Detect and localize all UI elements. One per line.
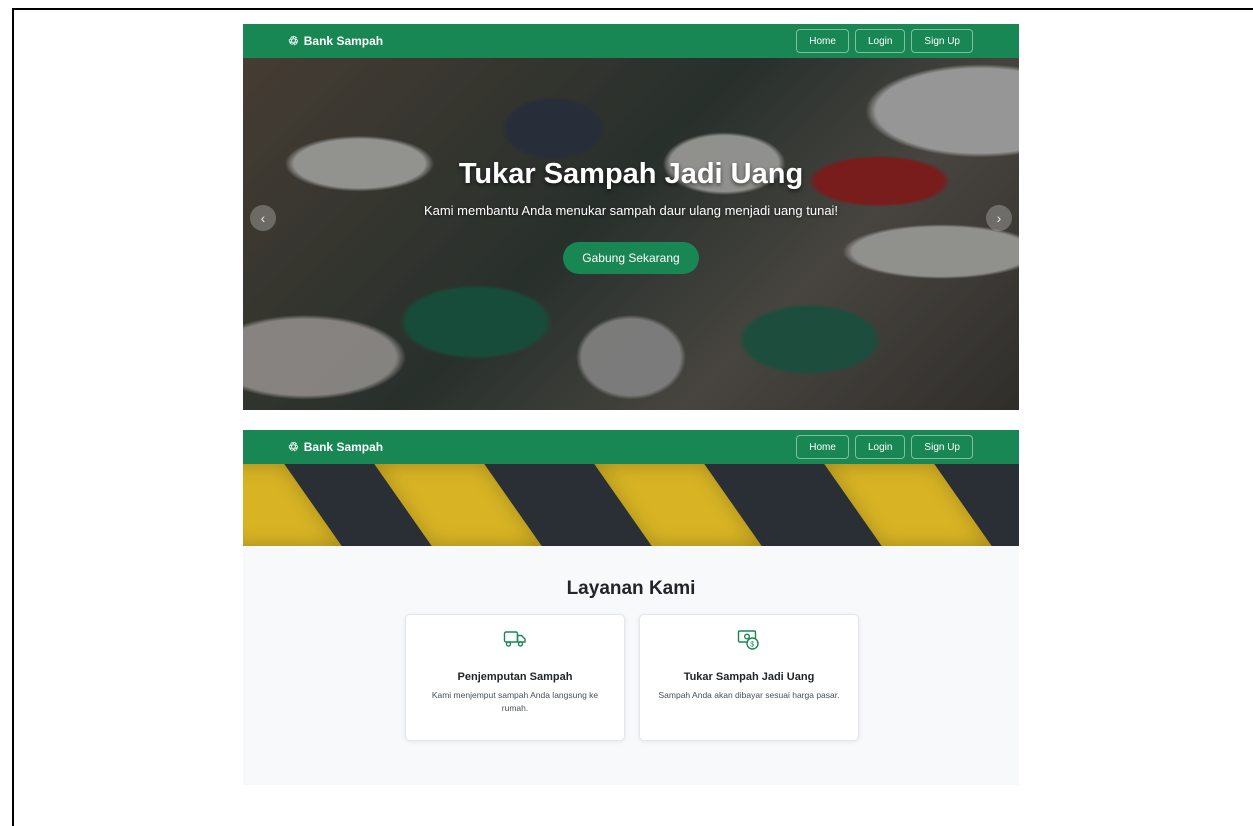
banner-stripe xyxy=(243,464,342,546)
brand-label: Bank Sampah xyxy=(303,440,384,454)
service-card-exchange: $ Tukar Sampah Jadi Uang Sampah Anda aka… xyxy=(639,614,859,741)
nav-links: Home Login Sign Up xyxy=(796,435,973,459)
banner-stripe xyxy=(594,464,762,546)
nav-login-button[interactable]: Login xyxy=(854,29,906,53)
truck-icon xyxy=(406,629,624,653)
navbar: ♲ Bank Sampah Home Login Sign Up xyxy=(243,430,1019,464)
chevron-left-icon[interactable]: ‹ xyxy=(250,205,276,231)
hero-title: Tukar Sampah Jadi Uang xyxy=(458,158,804,190)
services-title: Layanan Kami xyxy=(566,578,696,599)
svg-text:$: $ xyxy=(750,641,754,648)
banner-stripe xyxy=(374,464,542,546)
cash-coin-icon: $ xyxy=(640,629,858,653)
service-cards: Penjemputan Sampah Kami menjemput sampah… xyxy=(405,614,859,741)
nav-home-button[interactable]: Home xyxy=(796,29,849,53)
service-card-text: Sampah Anda akan dibayar sesuai harga pa… xyxy=(658,690,840,700)
navbar-brand[interactable]: ♲ Bank Sampah xyxy=(288,34,383,48)
recycle-icon: ♲ xyxy=(288,34,299,48)
nav-login-button[interactable]: Login xyxy=(854,435,906,459)
chevron-right-icon[interactable]: › xyxy=(986,205,1012,231)
nav-signup-button[interactable]: Sign Up xyxy=(911,435,973,459)
service-card-title: Tukar Sampah Jadi Uang xyxy=(683,671,815,683)
frame-border-left xyxy=(12,8,14,826)
service-card-title: Penjemputan Sampah xyxy=(457,671,573,683)
nav-signup-button[interactable]: Sign Up xyxy=(911,29,973,53)
frame-border-top xyxy=(12,8,1253,10)
service-card-pickup: Penjemputan Sampah Kami menjemput sampah… xyxy=(405,614,625,741)
join-now-button[interactable]: Gabung Sekarang xyxy=(563,242,699,274)
hero-caption: Tukar Sampah Jadi Uang Kami membantu And… xyxy=(243,158,1019,274)
hazard-stripe-banner xyxy=(243,464,1019,546)
navbar: ♲ Bank Sampah Home Login Sign Up xyxy=(243,24,1019,58)
banner-stripe xyxy=(824,464,992,546)
brand-label: Bank Sampah xyxy=(303,34,384,48)
hero-subtitle: Kami membantu Anda menukar sampah daur u… xyxy=(423,203,839,218)
screenshot-services-page: ♲ Bank Sampah Home Login Sign Up Layanan… xyxy=(243,430,1019,785)
navbar-brand[interactable]: ♲ Bank Sampah xyxy=(288,440,383,454)
nav-links: Home Login Sign Up xyxy=(796,29,973,53)
screenshot-hero-page: ♲ Bank Sampah Home Login Sign Up ‹ › Tuk… xyxy=(243,24,1019,410)
nav-home-button[interactable]: Home xyxy=(796,435,849,459)
service-card-text: Kami menjemput sampah Anda langsung ke r… xyxy=(431,690,599,713)
recycle-icon: ♲ xyxy=(288,440,299,454)
hero-carousel: ‹ › Tukar Sampah Jadi Uang Kami membantu… xyxy=(243,58,1019,410)
services-section: Layanan Kami Penjemputan Sampah Kami men… xyxy=(243,546,1019,785)
